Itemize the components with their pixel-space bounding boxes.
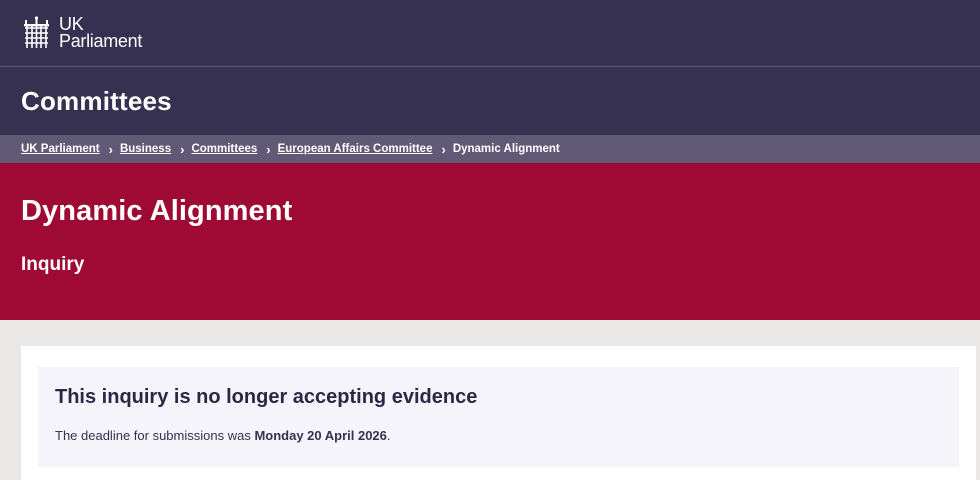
section-header: Committees xyxy=(0,67,980,135)
logo-text: UK Parliament xyxy=(59,15,143,51)
breadcrumb: UK Parliament › Business › Committees › … xyxy=(0,135,980,163)
breadcrumb-current: Dynamic Alignment xyxy=(452,143,560,155)
page-title: Dynamic Alignment xyxy=(21,195,293,227)
site-header: UK Parliament xyxy=(0,0,980,67)
breadcrumb-link-european-affairs-committee[interactable]: European Affairs Committee xyxy=(278,143,433,155)
breadcrumb-link-committees[interactable]: Committees xyxy=(191,143,257,155)
breadcrumb-link-business[interactable]: Business xyxy=(120,143,171,155)
inquiry-hero: Dynamic Alignment Inquiry xyxy=(0,163,980,320)
chevron-right-icon: › xyxy=(441,141,446,157)
notice-heading: This inquiry is no longer accepting evid… xyxy=(55,386,478,408)
chevron-right-icon: › xyxy=(266,141,271,157)
notice-deadline: Monday 20 April 2026 xyxy=(254,428,387,443)
logo-line-2: Parliament xyxy=(59,31,143,51)
main-content: This inquiry is no longer accepting evid… xyxy=(0,320,980,480)
notice-text-prefix: The deadline for submissions was xyxy=(55,428,255,443)
portcullis-icon xyxy=(24,16,49,48)
notice-text-suffix: . xyxy=(386,428,391,443)
content-card: This inquiry is no longer accepting evid… xyxy=(21,346,976,480)
chevron-right-icon: › xyxy=(180,141,185,157)
chevron-right-icon: › xyxy=(108,141,113,157)
evidence-closed-notice: This inquiry is no longer accepting evid… xyxy=(38,367,959,467)
notice-text: The deadline for submissions was Monday … xyxy=(55,428,942,443)
section-title-link[interactable]: Committees xyxy=(21,86,172,117)
page-subtitle: Inquiry xyxy=(21,254,85,275)
uk-parliament-logo[interactable]: UK Parliament xyxy=(21,15,143,51)
breadcrumb-link-uk-parliament[interactable]: UK Parliament xyxy=(21,143,100,155)
